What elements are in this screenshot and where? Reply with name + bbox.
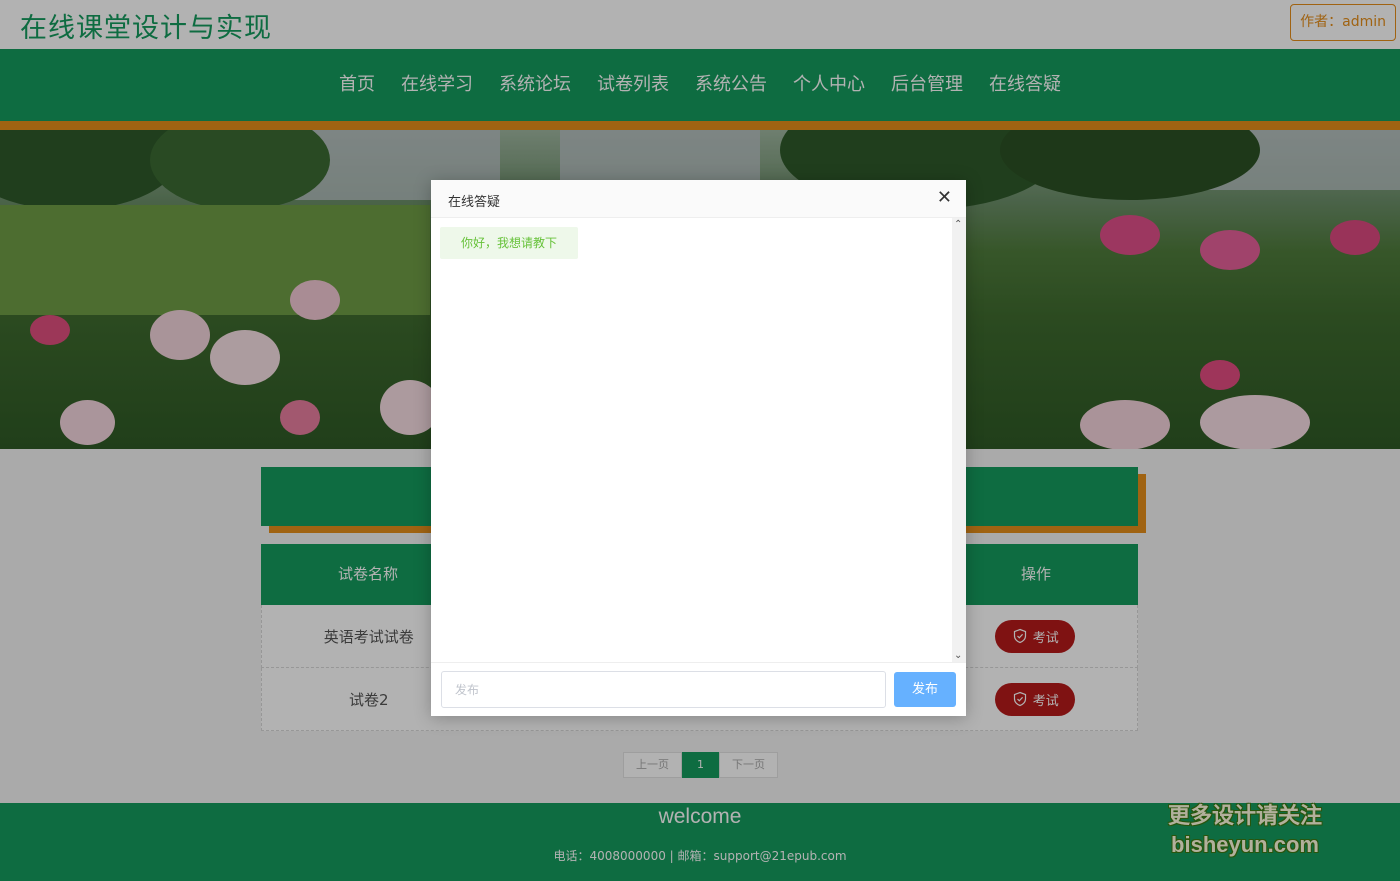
dialog-header: 在线答疑 ✕ [431, 180, 966, 218]
close-icon[interactable]: ✕ [937, 189, 952, 207]
dialog-title: 在线答疑 [448, 195, 501, 210]
qa-chat-dialog: 在线答疑 ✕ 你好，我想请教下 ⌃ ⌄ 发布 [431, 180, 966, 716]
scroll-up-icon[interactable]: ⌃ [954, 219, 962, 230]
dialog-footer: 发布 [431, 662, 966, 716]
send-button[interactable]: 发布 [894, 672, 956, 707]
chat-messages[interactable]: 你好，我想请教下 [431, 218, 952, 662]
scroll-down-icon[interactable]: ⌄ [954, 650, 962, 661]
chat-message: 你好，我想请教下 [440, 227, 579, 259]
chat-scrollbar[interactable]: ⌃ ⌄ [952, 218, 966, 662]
message-input[interactable] [441, 671, 886, 708]
